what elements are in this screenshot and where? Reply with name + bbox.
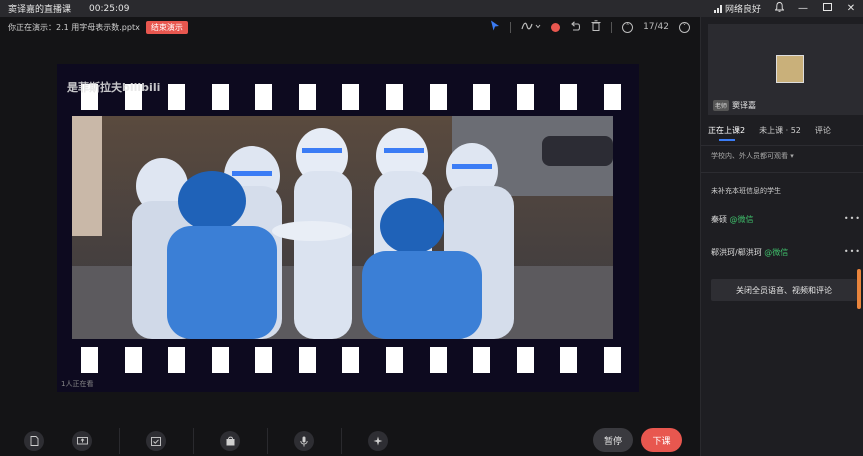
trash-icon[interactable] [591,20,601,34]
network-status-label: 网络良好 [724,5,761,15]
toolbar-divider [510,21,512,33]
film-holes-bottom [81,347,621,373]
presenting-file-label: 你正在演示：2.1 用字母表示数.pptx [8,22,140,32]
teacher-avatar [776,55,804,83]
student-name: 秦硕 [711,215,727,224]
bag-icon[interactable] [220,431,240,451]
sidebar-scrollbar[interactable] [857,269,861,309]
tab-not-in-class[interactable]: 未上课 · 52 [759,125,801,136]
toolbar-divider [611,21,613,33]
film-holes-top [81,84,621,110]
student-source: @微信 [764,248,789,257]
right-sidebar: 老师 窦译嘉 正在上课2 未上课 · 52 评论 学校内、外人员都可观看 ▾ 未… [700,17,863,456]
control-divider [193,428,194,454]
pointer-icon[interactable] [490,20,500,34]
control-divider [119,428,120,454]
student-name: 郗洪珂/郗洪珂 [711,248,762,257]
visibility-label: 学校内、外人员都可观看 [711,152,788,160]
pause-button[interactable]: 暂停 [593,428,633,452]
teacher-label: 老师 窦译嘉 [713,100,756,111]
sidebar-divider [701,145,863,146]
sidebar-tabs: 正在上课2 未上课 · 52 评论 [708,125,858,136]
sidebar-divider [701,172,863,173]
slide-photo [72,116,613,339]
video-watermark: 是菲斯拉夫bilibili [67,81,161,94]
slide-canvas: 是菲斯拉夫bilibili 1人正在看 [57,64,639,392]
student-row[interactable]: 郗洪珂/郗洪珂 @微信 [711,247,788,258]
active-tab-indicator [719,139,735,141]
class-timer: 00:25:09 [89,3,130,14]
end-presentation-button[interactable]: 结束演示 [145,20,188,34]
teacher-name: 窦译嘉 [732,101,757,110]
page-down-icon[interactable]: ˅ [679,21,690,33]
window-titlebar: 窦译嘉的直播课 00:25:09 网络良好 — ✕ [0,0,863,17]
sparkle-icon[interactable] [368,431,388,451]
mute-all-button[interactable]: 关闭全员语音、视频和评论 [711,279,857,301]
microphone-icon[interactable] [294,431,314,451]
minimize-icon[interactable]: — [797,3,809,14]
signal-bars-icon [713,4,722,13]
bottom-control-bar: 暂停 下课 [0,420,700,456]
more-options-icon[interactable]: ••• [844,247,861,256]
presentation-area: 你正在演示：2.1 用字母表示数.pptx 结束演示 ˄ 17/42 ˅ 是菲斯… [0,17,700,456]
network-status: 网络良好 [713,2,761,15]
pen-icon[interactable] [521,21,541,34]
undo-icon[interactable] [570,20,581,34]
end-class-button[interactable]: 下课 [641,428,682,452]
control-divider [341,428,342,454]
tab-comments[interactable]: 评论 [815,125,831,136]
visibility-dropdown[interactable]: 学校内、外人员都可观看 ▾ [711,151,794,161]
teacher-video-panel: 老师 窦译嘉 [708,24,863,115]
student-row[interactable]: 秦硕 @微信 [711,214,754,225]
viewer-count: 1人正在看 [61,380,94,388]
maximize-icon[interactable] [821,3,833,14]
teacher-badge: 老师 [713,100,730,111]
control-divider [267,428,268,454]
close-icon[interactable]: ✕ [845,3,857,14]
window-title: 窦译嘉的直播课 [8,5,72,15]
page-counter: 17/42 [643,22,669,32]
bell-icon[interactable] [773,2,785,15]
student-source: @微信 [729,215,754,224]
record-icon[interactable] [551,22,561,32]
chevron-down-icon: ▾ [790,152,794,160]
presentation-toolbar: 你正在演示：2.1 用字母表示数.pptx 结束演示 ˄ 17/42 ˅ [0,17,700,37]
checkin-icon[interactable] [146,431,166,451]
more-options-icon[interactable]: ••• [844,214,861,223]
tab-in-class[interactable]: 正在上课2 [708,125,745,136]
document-icon[interactable] [24,431,44,451]
page-up-icon[interactable]: ˄ [622,21,634,33]
section-title: 未补充本班信息的学生 [711,187,781,195]
screen-share-icon[interactable] [72,431,92,451]
